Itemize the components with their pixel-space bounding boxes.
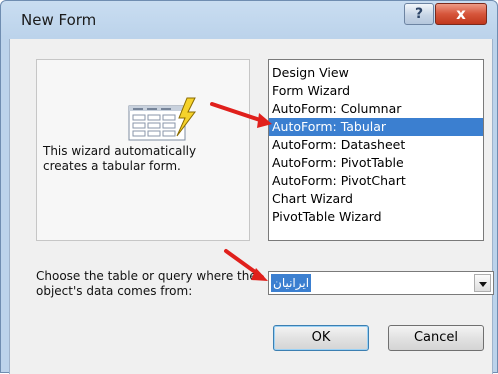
wizard-description: This wizard automatically creates a tabu… — [43, 144, 197, 173]
ok-button[interactable]: OK — [273, 325, 369, 351]
wizard-type-list[interactable]: Design View Form Wizard AutoForm: Columnar… — [268, 59, 484, 241]
tabular-form-wizard-icon — [128, 97, 196, 141]
wizard-list-item[interactable]: PivotTable Wizard — [269, 208, 483, 226]
wizard-list-item[interactable]: AutoForm: PivotChart — [269, 172, 483, 190]
title-bar[interactable]: New Form ? x — [1, 1, 497, 39]
help-button[interactable]: ? — [404, 3, 434, 25]
dialog-body: This wizard automatically creates a tabu… — [9, 39, 494, 374]
data-source-combobox[interactable]: ایرانیان — [268, 271, 494, 295]
data-source-selected-value[interactable]: ایرانیان — [271, 274, 312, 292]
wizard-list-item[interactable]: AutoForm: PivotTable — [269, 154, 483, 172]
wizard-list-item[interactable]: Design View — [269, 64, 483, 82]
new-form-dialog: New Form ? x This wizard automatically c… — [0, 0, 498, 374]
close-button[interactable]: x — [435, 3, 487, 25]
wizard-list-item[interactable]: AutoForm: Datasheet — [269, 136, 483, 154]
wizard-list-item[interactable]: AutoForm: Columnar — [269, 100, 483, 118]
wizard-list-item[interactable]: AutoForm: Tabular — [269, 118, 483, 136]
dialog-title: New Form — [21, 11, 97, 29]
wizard-preview-panel: This wizard automatically creates a tabu… — [36, 59, 250, 241]
wizard-list-item[interactable]: Form Wizard — [269, 82, 483, 100]
wizard-list-item[interactable]: Chart Wizard — [269, 190, 483, 208]
data-source-label: Choose the table or query where the obje… — [36, 269, 257, 298]
chevron-down-icon[interactable] — [474, 274, 491, 292]
cancel-button[interactable]: Cancel — [388, 325, 484, 351]
